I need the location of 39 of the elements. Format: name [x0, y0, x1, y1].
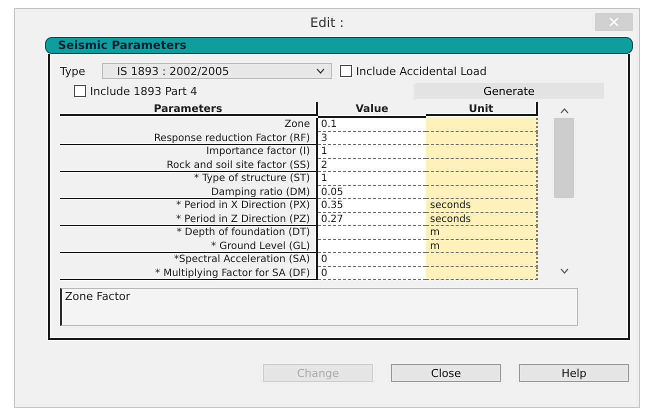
table-cell: seconds — [426, 199, 538, 212]
table-cell: Response reduction Factor (RF) — [60, 132, 318, 145]
table-cell[interactable]: 0 — [318, 266, 426, 280]
table-cell[interactable]: 1 — [318, 145, 426, 158]
table-cell: Damping ratio (DM) — [60, 186, 318, 199]
group-header: Seismic Parameters — [45, 37, 633, 54]
column-header: Parameters — [60, 102, 318, 116]
table-cell[interactable] — [318, 226, 426, 240]
table-cell: * Period in Z Direction (PZ) — [60, 212, 318, 226]
table-cell[interactable]: 0 — [318, 253, 426, 266]
generate-button[interactable]: Generate — [414, 83, 604, 99]
type-label: Type — [60, 64, 86, 78]
chevron-down-icon — [316, 68, 325, 74]
scroll-thumb[interactable] — [554, 118, 574, 198]
column-header: Unit — [426, 102, 538, 116]
type-dropdown[interactable]: IS 1893 : 2002/2005 — [102, 63, 332, 79]
part4-checkbox[interactable]: Include 1893 Part 4 — [74, 84, 198, 98]
scroll-up-icon[interactable] — [560, 108, 568, 114]
table-cell[interactable] — [318, 240, 426, 253]
table-cell[interactable]: 3 — [318, 132, 426, 145]
window-title: Edit : — [310, 16, 344, 30]
dialog-button[interactable]: Help — [519, 364, 629, 382]
table-cell: * Ground Level (GL) — [60, 240, 318, 253]
accidental-load-checkbox[interactable]: Include Accidental Load — [340, 64, 487, 78]
table-cell[interactable]: 1 — [318, 172, 426, 186]
scroll-down-icon[interactable] — [560, 268, 568, 274]
table-cell: m — [426, 226, 538, 240]
close-icon — [609, 17, 619, 27]
dialog-button[interactable]: Close — [391, 364, 501, 382]
table-cell[interactable]: 0.1 — [318, 118, 426, 132]
table-cell: Rock and soil site factor (SS) — [60, 158, 318, 172]
table-cell[interactable]: 0.27 — [318, 212, 426, 226]
description-box: Zone Factor — [60, 288, 578, 326]
table-cell[interactable]: 0.35 — [318, 199, 426, 212]
table-cell: m — [426, 240, 538, 253]
table-cell: * Multiplying Factor for SA (DF) — [60, 266, 318, 280]
table-cell[interactable]: 2 — [318, 158, 426, 172]
table-cell: seconds — [426, 212, 538, 226]
table-cell[interactable]: 0.05 — [318, 186, 426, 199]
